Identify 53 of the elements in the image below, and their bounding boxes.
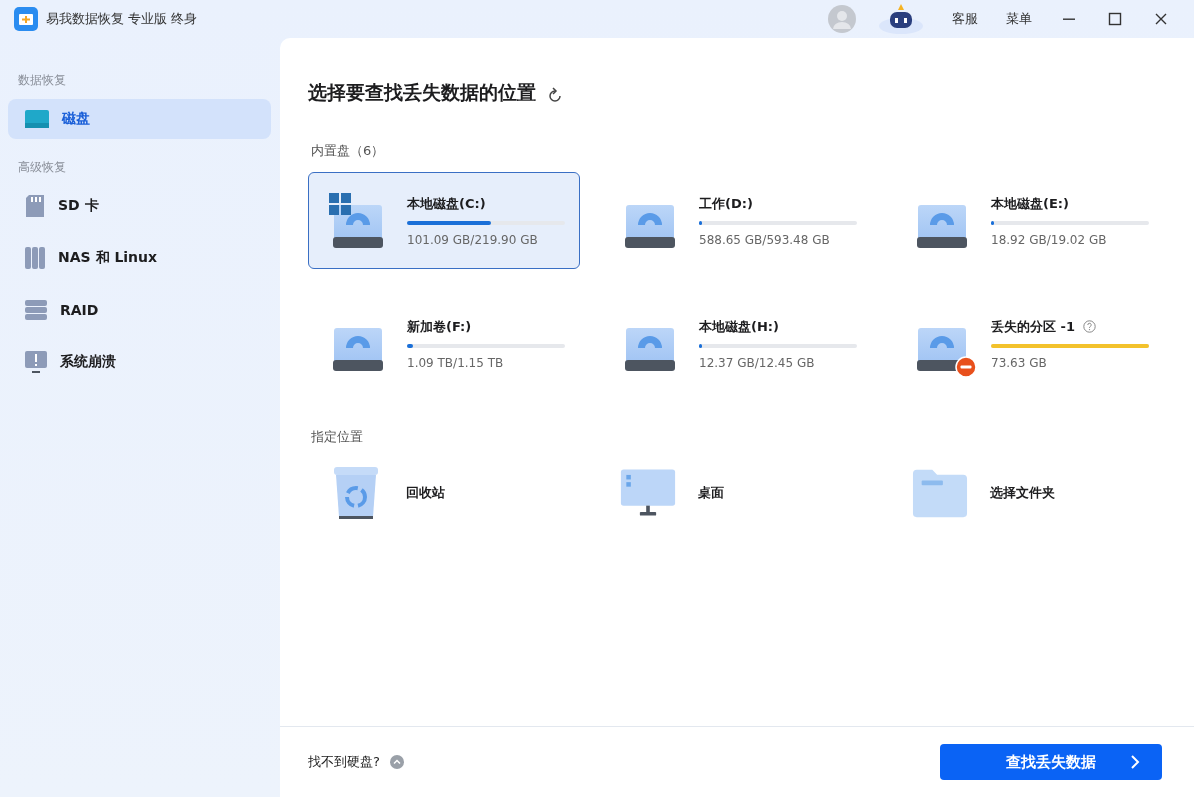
location-item[interactable]: 回收站 [308, 458, 580, 528]
chevron-right-icon [1130, 755, 1140, 769]
drive-name: 工作(D:) [699, 194, 753, 213]
sidebar-item[interactable]: 系统崩溃 [8, 342, 271, 382]
page-title: 选择要查找丢失数据的位置 [308, 80, 536, 105]
section-heading: 指定位置 [311, 428, 364, 446]
drive-usage: 73.63 GB [991, 355, 1048, 370]
drive-with-windows-icon [329, 190, 385, 251]
drive-card[interactable]: 本地磁盘(H:) 12.37 GB/12.45 GB [600, 295, 872, 392]
help-icon[interactable] [1082, 320, 1096, 333]
menu-item[interactable]: 客服 [942, 10, 988, 28]
minus-circle-icon [955, 355, 977, 378]
sd-card-icon [24, 194, 46, 218]
recycle-bin-icon [331, 465, 381, 521]
sidebar-item[interactable]: RAID [8, 290, 271, 330]
server-rack-icon [24, 299, 48, 321]
server-icon [24, 246, 46, 270]
drive-name: 本地磁盘(E:) [991, 194, 1069, 213]
sidebar-item[interactable]: NAS 和 Linux [8, 238, 271, 278]
scan-button[interactable]: 查找丢失数据 [940, 744, 1162, 780]
drive-usage: 12.37 GB/12.45 GB [699, 355, 816, 370]
drive-name: 本地磁盘(H:) [699, 317, 779, 336]
refresh-icon[interactable] [546, 87, 564, 105]
menu-item[interactable]: 菜单 [996, 10, 1042, 28]
drive-usage: 1.09 TB/1.15 TB [407, 355, 505, 370]
app-logo-icon [14, 7, 38, 31]
warning-monitor-icon [24, 350, 48, 374]
section-heading: 数据恢复 [17, 72, 67, 89]
section-heading: 内置盘（6） [311, 142, 386, 160]
drive-usage: 101.09 GB/219.90 GB [407, 232, 539, 247]
robot-icon[interactable] [878, 4, 924, 34]
sidebar-item[interactable]: 磁盘 [8, 99, 271, 139]
sidebar-item[interactable]: SD 卡 [8, 186, 271, 226]
window-title: 易我数据恢复 专业版 终身 [46, 10, 199, 28]
drive-card[interactable]: 丢失的分区 -1 73.63 GB [892, 295, 1164, 392]
section-heading: 高级恢复 [17, 159, 67, 176]
help-link[interactable]: 找不到硬盘? [308, 753, 380, 771]
location-item[interactable]: 桌面 [600, 458, 872, 528]
drive-usage: 588.65 GB/593.48 GB [699, 232, 831, 247]
drive-card[interactable]: 本地磁盘(E:) 18.92 GB/19.02 GB [892, 172, 1164, 269]
drive-card[interactable]: 本地磁盘(C:) 101.09 GB/219.90 GB [308, 172, 580, 269]
close-icon [1154, 12, 1168, 26]
drive-name: 本地磁盘(C:) [407, 194, 486, 213]
folder-icon [912, 467, 968, 519]
drive-name: 丢失的分区 -1 [991, 317, 1075, 336]
avatar-icon[interactable] [828, 5, 856, 33]
drive-card[interactable]: 新加卷(F:) 1.09 TB/1.15 TB [308, 295, 580, 392]
expand-icon[interactable] [389, 755, 404, 769]
drive-card[interactable]: 工作(D:) 588.65 GB/593.48 GB [600, 172, 872, 269]
location-item[interactable]: 选择文件夹 [892, 458, 1164, 528]
drive-name: 新加卷(F:) [407, 317, 472, 336]
drive-usage: 18.92 GB/19.02 GB [991, 232, 1108, 247]
maximize-icon [1108, 12, 1122, 26]
